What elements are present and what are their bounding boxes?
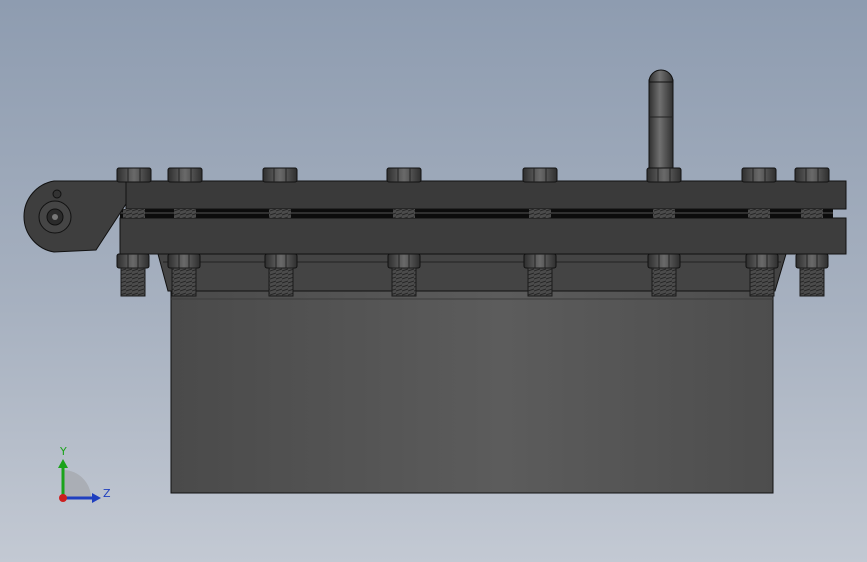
bottom-bolt — [387, 253, 421, 297]
lower-flange — [157, 253, 787, 292]
bottom-bolt — [795, 253, 829, 297]
z-axis-label: Z — [103, 487, 111, 500]
housing-body — [170, 289, 774, 494]
bottom-bolt — [647, 253, 681, 297]
hinge — [23, 180, 127, 253]
bottom-bolt — [167, 253, 201, 297]
model-view[interactable]: Y Z — [0, 0, 867, 562]
gasket — [120, 209, 833, 218]
cad-viewport[interactable]: Y Z — [0, 0, 867, 562]
bottom-bolt — [116, 253, 150, 297]
bottom-clamp-bar — [119, 217, 847, 255]
y-axis-label: Y — [59, 445, 67, 458]
x-axis-dot — [59, 494, 67, 502]
orientation-triad: Y Z — [58, 445, 111, 503]
bottom-bolt — [523, 253, 557, 297]
bottom-bolt — [264, 253, 298, 297]
top-clamp-bar — [125, 180, 847, 210]
handle — [648, 69, 674, 173]
bottom-bolt — [745, 253, 779, 297]
